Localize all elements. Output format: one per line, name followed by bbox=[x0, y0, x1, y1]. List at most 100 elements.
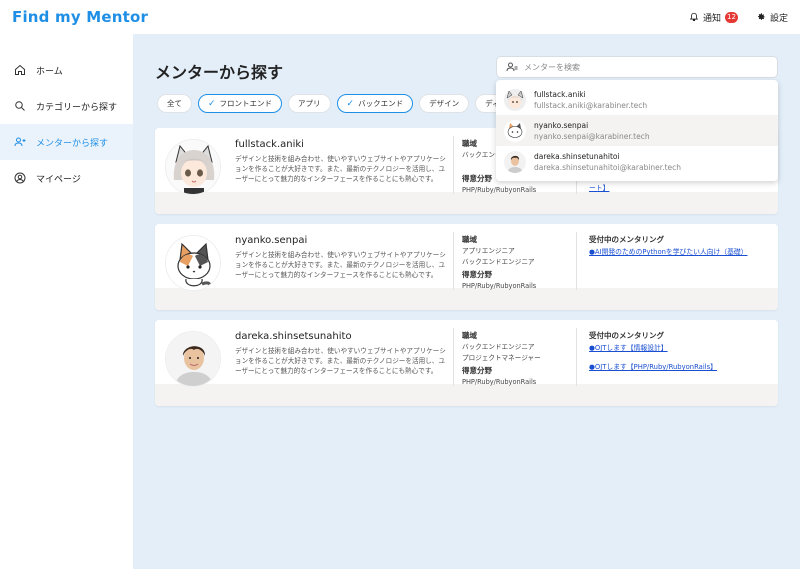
chip-label: デザイン bbox=[429, 99, 460, 108]
suggestion-email: nyanko.senpai@karabiner.tech bbox=[534, 131, 650, 141]
category-filter-chips: 全て ✓ フロントエンド アプリ ✓ バックエンド デザイン ディ bbox=[157, 94, 510, 113]
card-footer bbox=[155, 288, 778, 310]
sidebar-item-label: ホーム bbox=[36, 66, 63, 77]
settings-button[interactable]: 設定 bbox=[756, 11, 788, 24]
notifications-label: 通知 bbox=[702, 13, 721, 24]
avatar bbox=[504, 119, 526, 142]
avatar bbox=[504, 150, 526, 173]
divider bbox=[576, 232, 577, 290]
sidebar-item-label: カテゴリーから探す bbox=[36, 102, 118, 113]
job-heading: 職域 bbox=[462, 235, 477, 244]
chip-label: 全て bbox=[167, 99, 182, 108]
mentor-search-input[interactable] bbox=[524, 62, 744, 72]
sidebar-item-category-search[interactable]: カテゴリーから探す bbox=[0, 88, 133, 124]
anime-girl-avatar-icon bbox=[504, 88, 526, 111]
person-avatar-icon bbox=[504, 150, 526, 173]
mentoring-link[interactable]: ●OJTします【PHP/Ruby/RubyonRails】 bbox=[589, 361, 717, 371]
cat-avatar-icon bbox=[504, 119, 526, 142]
skills-heading: 得意分野 bbox=[462, 366, 492, 375]
gear-icon bbox=[758, 13, 765, 20]
check-icon: ✓ bbox=[346, 98, 355, 109]
suggestion-item[interactable]: fullstack.aniki fullstack.aniki@karabine… bbox=[496, 84, 778, 115]
header-actions: 通知 12 設定 bbox=[689, 11, 788, 24]
avatar bbox=[165, 331, 221, 387]
chip-app[interactable]: アプリ bbox=[288, 94, 331, 113]
sidebar-item-mypage[interactable]: マイページ bbox=[0, 160, 133, 196]
sidebar-item-home[interactable]: ホーム bbox=[0, 52, 133, 88]
check-icon: ✓ bbox=[208, 98, 216, 109]
mentor-description: デザインと技術を組み合わせ、使いやすいウェブサイトやアプリケーションを作ることが… bbox=[235, 251, 446, 279]
home-icon bbox=[15, 64, 25, 75]
cat-avatar-icon bbox=[166, 236, 220, 290]
job-list: アプリエンジニア バックエンドエンジニア bbox=[462, 246, 535, 267]
bell-icon bbox=[689, 12, 699, 22]
suggestion-item[interactable]: nyanko.senpai nyanko.senpai@karabiner.te… bbox=[496, 115, 778, 146]
mentor-search-box[interactable] bbox=[496, 56, 778, 78]
suggestion-text: dareka.shinsetunahitoi dareka.shinsetuna… bbox=[534, 152, 681, 172]
skills-heading: 得意分野 bbox=[462, 270, 492, 279]
skills-value: PHP/Ruby/RubyonRails bbox=[462, 378, 537, 386]
mentor-name[interactable]: nyanko.senpai bbox=[235, 235, 307, 246]
chip-label: フロントエンド bbox=[219, 99, 273, 108]
sidebar-item-mentor-search[interactable]: メンターから探す bbox=[0, 124, 133, 160]
search-suggestions-dropdown: fullstack.aniki fullstack.aniki@karabine… bbox=[496, 80, 778, 181]
mentor-description: デザインと技術を組み合わせ、使いやすいウェブサイトやアプリケーションを作ることが… bbox=[235, 347, 446, 375]
job-item: バックエンドエンジニア bbox=[462, 343, 535, 351]
job-list: バックエンドエンジニア プロジェクトマネージャー bbox=[462, 342, 541, 363]
job-heading: 職域 bbox=[462, 331, 477, 340]
notifications-button[interactable]: 通知 12 bbox=[689, 11, 738, 24]
avatar bbox=[504, 88, 526, 111]
suggestion-text: nyanko.senpai nyanko.senpai@karabiner.te… bbox=[534, 121, 650, 141]
chip-all[interactable]: 全て bbox=[157, 94, 192, 113]
sidebar-item-label: マイページ bbox=[36, 174, 81, 185]
search-icon bbox=[15, 101, 25, 111]
skills-value: PHP/Ruby/RubyonRails bbox=[462, 186, 537, 194]
mentoring-heading: 受付中のメンタリング bbox=[589, 235, 664, 244]
chip-label: バックエンド bbox=[358, 99, 404, 108]
mentoring-list: ●OJTします【情報設計】 ●OJTします【PHP/Ruby/RubyonRai… bbox=[589, 342, 717, 380]
suggestion-text: fullstack.aniki fullstack.aniki@karabine… bbox=[534, 90, 647, 110]
mentor-name[interactable]: fullstack.aniki bbox=[235, 139, 304, 150]
job-item: アプリエンジニア bbox=[462, 247, 515, 255]
chip-frontend[interactable]: ✓ フロントエンド bbox=[198, 94, 283, 113]
suggestion-name: fullstack.aniki bbox=[534, 89, 586, 99]
settings-label: 設定 bbox=[769, 13, 788, 24]
divider bbox=[453, 136, 454, 194]
person-avatar-icon bbox=[166, 332, 220, 386]
mentoring-link[interactable]: ●AI開発のためのPythonを学びたい人向け（基礎） bbox=[589, 246, 748, 256]
app-logo[interactable]: Find my Mentor bbox=[12, 8, 148, 26]
skills-heading: 得意分野 bbox=[462, 174, 492, 183]
suggestion-email: dareka.shinsetunahitoi@karabiner.tech bbox=[534, 162, 682, 172]
mentor-name[interactable]: dareka.shinsetsunahito bbox=[235, 331, 352, 342]
chip-design[interactable]: デザイン bbox=[419, 94, 470, 113]
suggestion-item[interactable]: dareka.shinsetunahitoi dareka.shinsetuna… bbox=[496, 146, 778, 177]
card-footer bbox=[155, 192, 778, 214]
avatar bbox=[165, 139, 221, 195]
mentor-card[interactable]: dareka.shinsetsunahito デザインと技術を組み合わせ、使いや… bbox=[155, 320, 778, 406]
job-item: プロジェクトマネージャー bbox=[462, 353, 541, 362]
chip-label: アプリ bbox=[298, 99, 321, 108]
suggestion-name: nyanko.senpai bbox=[534, 120, 589, 130]
skills-value: PHP/Ruby/RubyonRails bbox=[462, 282, 537, 290]
sidebar: ホーム カテゴリーから探す メンターから探す マイページ bbox=[0, 34, 133, 569]
suggestion-email: fullstack.aniki@karabiner.tech bbox=[534, 100, 648, 110]
job-item: バックエンドエンジニア bbox=[462, 257, 535, 266]
account-icon bbox=[14, 172, 26, 184]
mentor-card[interactable]: nyanko.senpai デザインと技術を組み合わせ、使いやすいウェブサイトや… bbox=[155, 224, 778, 310]
mentoring-link[interactable]: ート】 bbox=[589, 182, 609, 192]
mentoring-heading: 受付中のメンタリング bbox=[589, 331, 664, 340]
notification-count-badge: 12 bbox=[724, 11, 738, 23]
avatar bbox=[165, 235, 221, 291]
mentoring-list: ●AI開発のためのPythonを学びたい人向け（基礎） bbox=[589, 246, 748, 265]
chip-backend[interactable]: ✓ バックエンド bbox=[336, 94, 414, 113]
divider bbox=[453, 328, 454, 386]
divider bbox=[453, 232, 454, 290]
mentoring-link[interactable]: ●OJTします【情報設計】 bbox=[589, 342, 717, 352]
mentoring-list: ート】 bbox=[589, 182, 609, 201]
user-search-icon bbox=[506, 62, 518, 72]
card-footer bbox=[155, 384, 778, 406]
top-header: Find my Mentor 通知 12 設定 bbox=[0, 0, 800, 34]
divider bbox=[576, 328, 577, 386]
users-icon bbox=[14, 137, 26, 147]
page-title: メンターから探す bbox=[155, 63, 284, 82]
